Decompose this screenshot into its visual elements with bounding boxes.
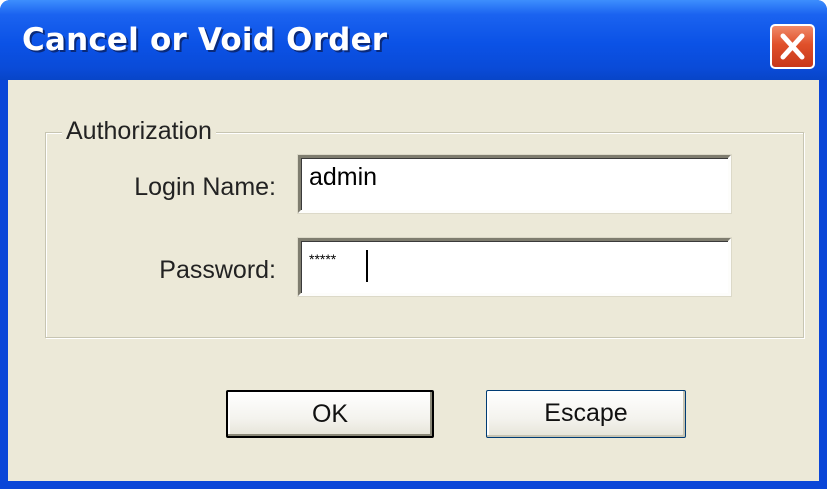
password-input[interactable]: ***** [298,238,731,296]
close-x-icon [780,33,805,60]
login-name-input[interactable]: admin [298,155,731,213]
dialog-window: Cancel or Void Order Authorization Login… [0,0,827,489]
escape-button[interactable]: Escape [486,390,686,438]
window-bottom-border [0,481,827,489]
text-caret [366,250,368,282]
login-name-label: Login Name: [134,173,276,201]
ok-button[interactable]: OK [226,390,434,438]
authorization-legend: Authorization [62,117,216,145]
password-masked-value: ***** [309,251,337,267]
password-label: Password: [159,256,276,284]
window-title: Cancel or Void Order [22,22,388,58]
close-button[interactable] [770,24,815,69]
dialog-client-area: Authorization Login Name: admin Password… [8,80,819,481]
title-bar[interactable]: Cancel or Void Order [0,0,827,80]
